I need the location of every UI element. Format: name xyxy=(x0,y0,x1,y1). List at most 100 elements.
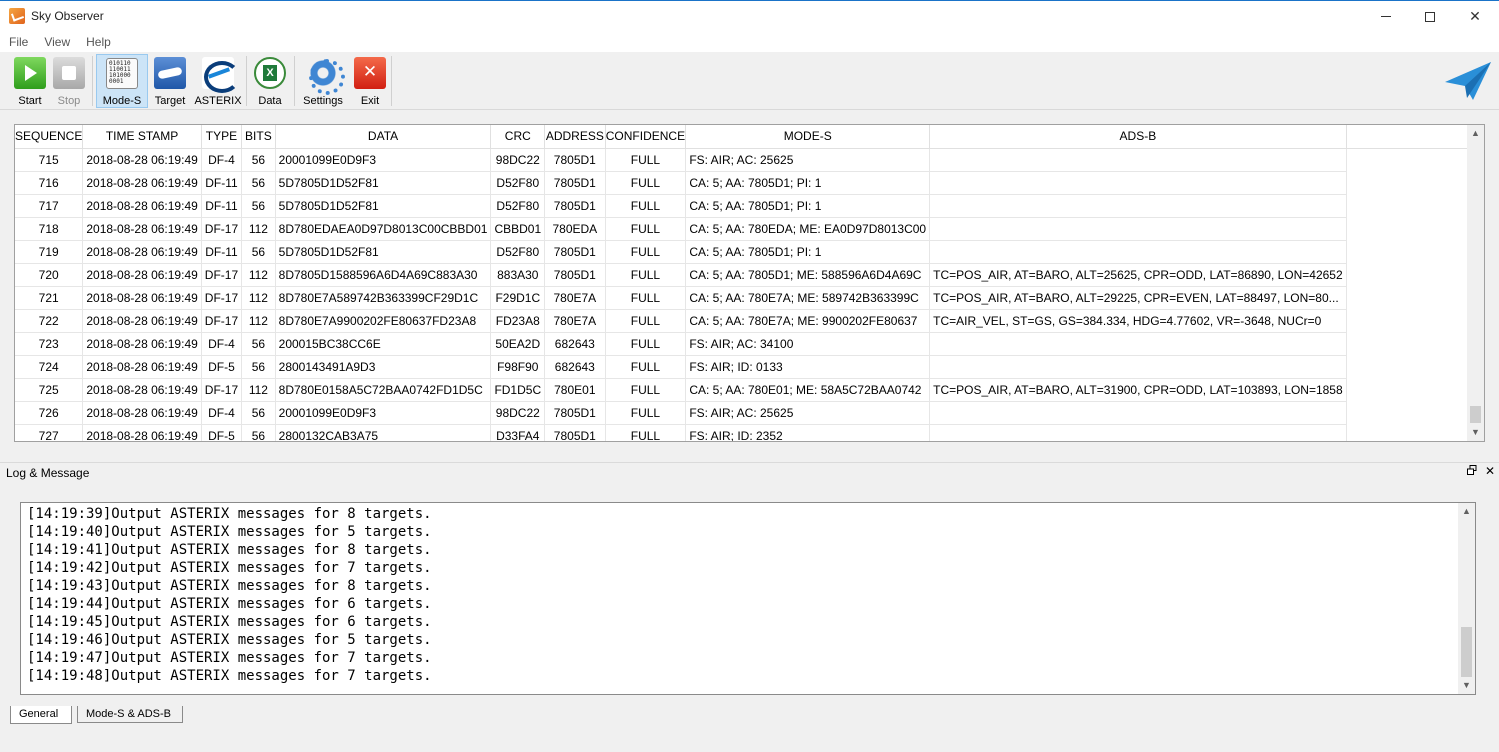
table-cell: FULL xyxy=(605,401,687,425)
excel-icon xyxy=(254,57,286,89)
table-cell: D52F80 xyxy=(490,194,546,218)
table-row[interactable]: 726 2018-08-28 06:19:49 DF-4 56 20001099E0D9… xyxy=(15,401,1484,425)
column-header[interactable]: TYPE xyxy=(201,125,243,149)
column-header[interactable]: BITS xyxy=(241,125,276,149)
scroll-down-arrow-icon[interactable]: ▼ xyxy=(1458,677,1475,694)
table-cell: 2018-08-28 06:19:49 xyxy=(82,263,202,287)
table-vertical-scrollbar[interactable]: ▲ ▼ xyxy=(1467,125,1484,441)
table-row[interactable]: 718 2018-08-28 06:19:49 DF-17 112 8D780EDAEA… xyxy=(15,217,1484,241)
table-cell: 780E7A xyxy=(544,286,606,310)
table-row[interactable]: 716 2018-08-28 06:19:49 DF-11 56 5D7805D1D52… xyxy=(15,171,1484,195)
close-dock-icon[interactable]: ✕ xyxy=(1485,464,1495,478)
table-cell: FS: AIR; AC: 34100 xyxy=(685,332,931,356)
table-cell xyxy=(929,148,1347,172)
column-header[interactable]: CONFIDENCE xyxy=(605,125,687,149)
column-header[interactable]: ADDRESS xyxy=(544,125,606,149)
log-text-area[interactable]: [14:19:39]Output ASTERIX messages for 8 … xyxy=(20,502,1476,695)
close-icon: ✕ xyxy=(1469,8,1481,24)
table-row[interactable]: 715 2018-08-28 06:19:49 DF-4 56 20001099E0D9… xyxy=(15,148,1484,172)
table-row[interactable]: 719 2018-08-28 06:19:49 DF-11 56 5D7805D1D52… xyxy=(15,240,1484,264)
scroll-up-arrow-icon[interactable]: ▲ xyxy=(1458,503,1475,520)
close-window-button[interactable]: ✕ xyxy=(1452,1,1498,32)
target-button[interactable]: Target xyxy=(151,54,189,108)
column-header[interactable]: ADS-B xyxy=(929,125,1347,149)
table-cell: 883A30 xyxy=(490,263,546,287)
log-line: [14:19:46]Output ASTERIX messages for 5 … xyxy=(27,632,432,648)
table-row[interactable]: 721 2018-08-28 06:19:49 DF-17 112 8D780E7A58… xyxy=(15,286,1484,310)
minimize-button[interactable] xyxy=(1363,1,1409,32)
start-button[interactable]: Start xyxy=(11,54,49,108)
table-row[interactable]: 720 2018-08-28 06:19:49 DF-17 112 8D7805D158… xyxy=(15,263,1484,287)
table-cell xyxy=(929,240,1347,264)
table-cell: 2018-08-28 06:19:49 xyxy=(82,217,202,241)
table-cell: 722 xyxy=(15,309,84,333)
data-button[interactable]: Data xyxy=(251,54,289,108)
settings-button[interactable]: Settings xyxy=(299,54,347,108)
menu-view[interactable]: View xyxy=(36,35,78,49)
table-cell: DF-4 xyxy=(201,148,243,172)
column-header[interactable]: SEQUENCE xyxy=(15,125,84,149)
table-cell: DF-17 xyxy=(201,217,243,241)
table-cell: FULL xyxy=(605,171,687,195)
table-cell: TC=POS_AIR, AT=BARO, ALT=31900, CPR=ODD,… xyxy=(929,378,1347,402)
row-filler xyxy=(1346,148,1484,171)
table-cell: 8D780E7A9900202FE80637FD23A8 xyxy=(275,309,492,333)
menu-file[interactable]: File xyxy=(0,35,36,49)
maximize-button[interactable] xyxy=(1407,1,1453,32)
table-cell: 56 xyxy=(241,148,276,172)
maximize-icon xyxy=(1425,11,1435,22)
table-row[interactable]: 727 2018-08-28 06:19:49 DF-5 56 2800132CAB3A… xyxy=(15,424,1484,441)
float-dock-icon[interactable] xyxy=(1467,465,1477,475)
table-cell: 112 xyxy=(241,286,276,310)
row-filler xyxy=(1346,309,1484,332)
table-row[interactable]: 722 2018-08-28 06:19:49 DF-17 112 8D780E7A99… xyxy=(15,309,1484,333)
table-cell xyxy=(929,332,1347,356)
row-filler xyxy=(1346,378,1484,401)
table-cell: 56 xyxy=(241,171,276,195)
table-cell: FULL xyxy=(605,263,687,287)
table-cell: 7805D1 xyxy=(544,194,606,218)
stop-button[interactable]: Stop xyxy=(50,54,88,108)
table-row[interactable]: 723 2018-08-28 06:19:49 DF-4 56 200015BC38CC… xyxy=(15,332,1484,356)
table-cell: 780E01 xyxy=(544,378,606,402)
log-dock-header: Log & Message ✕ xyxy=(0,462,1499,481)
scroll-thumb[interactable] xyxy=(1461,627,1472,677)
menu-help[interactable]: Help xyxy=(78,35,119,49)
scroll-up-arrow-icon[interactable]: ▲ xyxy=(1467,125,1484,142)
table-cell: 720 xyxy=(15,263,84,287)
table-cell: DF-17 xyxy=(201,263,243,287)
scroll-thumb[interactable] xyxy=(1470,406,1481,423)
column-header[interactable]: TIME STAMP xyxy=(82,125,202,149)
table-cell: 56 xyxy=(241,401,276,425)
table-header-row: SEQUENCE TIME STAMP TYPE BITS DATA CRC ADDRESS… xyxy=(15,125,1484,149)
exit-button[interactable]: Exit xyxy=(352,54,388,108)
table-cell: 112 xyxy=(241,217,276,241)
scroll-down-arrow-icon[interactable]: ▼ xyxy=(1467,424,1484,441)
row-filler xyxy=(1346,194,1484,217)
table-row[interactable]: 717 2018-08-28 06:19:49 DF-11 56 5D7805D1D52… xyxy=(15,194,1484,218)
tab-mode-s-ads-b[interactable]: Mode-S & ADS-B xyxy=(77,706,183,723)
table-cell: 8D7805D1588596A6D4A69C883A30 xyxy=(275,263,492,287)
column-header[interactable]: DATA xyxy=(275,125,492,149)
table-row[interactable]: 725 2018-08-28 06:19:49 DF-17 112 8D780E0158… xyxy=(15,378,1484,402)
log-line: [14:19:39]Output ASTERIX messages for 8 … xyxy=(27,506,432,522)
menu-bar: File View Help xyxy=(0,31,1499,52)
table-cell: 7805D1 xyxy=(544,401,606,425)
log-line: [14:19:40]Output ASTERIX messages for 5 … xyxy=(27,524,432,540)
table-cell: 2018-08-28 06:19:49 xyxy=(82,401,202,425)
table-cell: DF-17 xyxy=(201,309,243,333)
table-cell: 56 xyxy=(241,240,276,264)
log-vertical-scrollbar[interactable]: ▲ ▼ xyxy=(1458,503,1475,694)
title-bar: Sky Observer ✕ xyxy=(0,0,1499,31)
table-cell: 716 xyxy=(15,171,84,195)
table-row[interactable]: 724 2018-08-28 06:19:49 DF-5 56 2800143491A9… xyxy=(15,355,1484,379)
row-filler xyxy=(1346,286,1484,309)
column-header[interactable]: CRC xyxy=(490,125,546,149)
table-cell: 725 xyxy=(15,378,84,402)
table-cell: CA: 5; AA: 7805D1; PI: 1 xyxy=(685,194,931,218)
asterix-button[interactable]: ASTERIX xyxy=(194,54,242,108)
tab-general[interactable]: General xyxy=(10,706,72,724)
mode-s-button[interactable]: 010110 110011 101000 0001 Mode-S xyxy=(96,54,148,108)
row-filler xyxy=(1346,332,1484,355)
column-header[interactable]: MODE-S xyxy=(685,125,931,149)
